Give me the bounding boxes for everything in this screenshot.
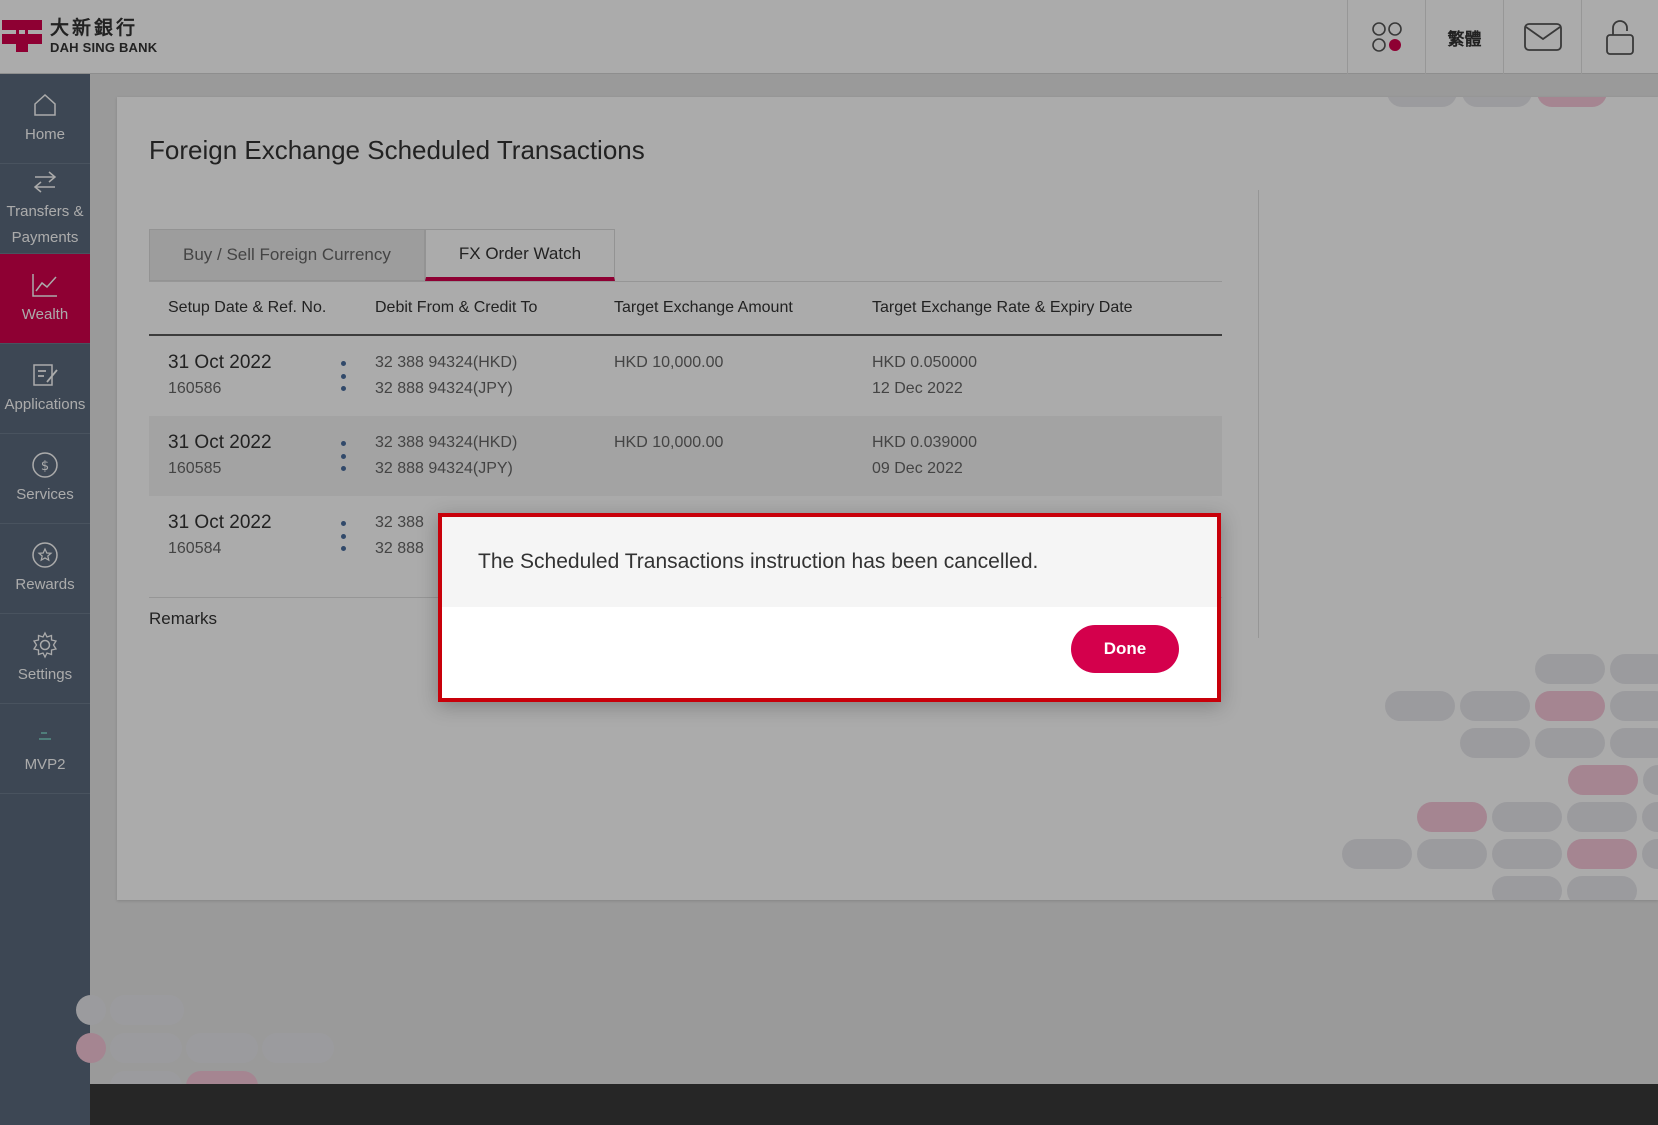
dialog-message: The Scheduled Transactions instruction h…: [442, 517, 1217, 607]
confirmation-dialog: The Scheduled Transactions instruction h…: [438, 513, 1221, 702]
done-button[interactable]: Done: [1071, 625, 1179, 673]
